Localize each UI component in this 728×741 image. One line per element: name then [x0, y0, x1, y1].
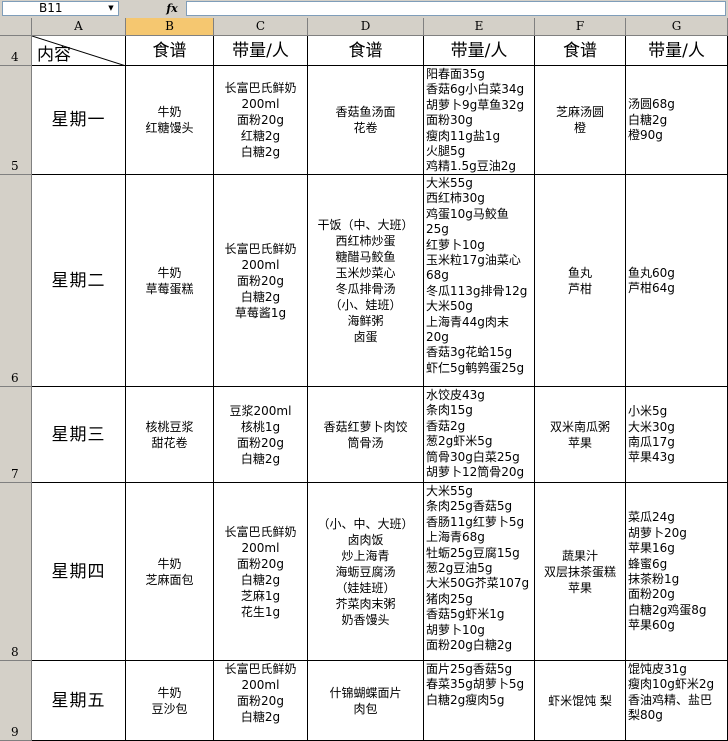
row-header-5[interactable]: 5: [0, 66, 32, 175]
breakfast-amount-cell[interactable]: 长富巴氏鲜奶 200ml 面粉20g 白糖2g: [214, 661, 308, 741]
breakfast-menu-cell[interactable]: 牛奶 豆沙包: [126, 661, 214, 741]
snack-menu-cell[interactable]: 双米南瓜粥 苹果: [535, 387, 626, 483]
snack-menu-cell[interactable]: 鱼丸 芦柑: [535, 175, 626, 387]
day-cell[interactable]: 星期四: [32, 483, 126, 661]
row-header-7[interactable]: 7: [0, 387, 32, 483]
breakfast-menu-cell[interactable]: 牛奶 红糖馒头: [126, 66, 214, 175]
header-cell-b[interactable]: 食谱: [126, 36, 214, 66]
insert-function-button[interactable]: fx: [160, 1, 184, 16]
snack-amount-cell[interactable]: 菜瓜24g 胡萝卜20g 苹果16g 蜂蜜6g 抹茶粉1g 面粉20g 白糖2g…: [626, 483, 728, 661]
snack-menu-cell[interactable]: 虾米馄饨 梨: [535, 661, 626, 741]
column-header-c[interactable]: C: [214, 18, 308, 35]
snack-amount-cell[interactable]: 馄饨皮31g 瘦肉10g虾米2g 香油鸡精、盐巴 梨80g: [626, 661, 728, 741]
lunch-amount-cell[interactable]: 阳春面35g 香菇6g小白菜34g 胡萝卜9g草鱼32g 面粉30g 瘦肉11g…: [424, 66, 535, 175]
name-box-value: B11: [39, 1, 63, 15]
header-cell-g[interactable]: 带量/人: [626, 36, 728, 66]
lunch-menu-cell[interactable]: 香菇鱼汤面 花卷: [308, 66, 424, 175]
breakfast-amount-cell[interactable]: 长富巴氏鲜奶 200ml 面粉20g 白糖2g 芝麻1g 花生1g: [214, 483, 308, 661]
column-header-g[interactable]: G: [626, 18, 728, 35]
row-header-6[interactable]: 6: [0, 175, 32, 387]
select-all-button[interactable]: [0, 18, 32, 35]
lunch-menu-cell[interactable]: 什锦蝴蝶面片 肉包: [308, 661, 424, 741]
breakfast-amount-cell[interactable]: 长富巴氏鲜奶 200ml 面粉20g 白糖2g 草莓酱1g: [214, 175, 308, 387]
breakfast-menu-cell[interactable]: 核桃豆浆 甜花卷: [126, 387, 214, 483]
header-cell-c[interactable]: 带量/人: [214, 36, 308, 66]
column-header-b[interactable]: B: [126, 18, 214, 35]
row-header-8[interactable]: 8: [0, 483, 32, 661]
lunch-amount-cell[interactable]: 面片25g香菇5g 春菜35g胡萝卜5g 白糖2g瘦肉5g: [424, 661, 535, 741]
name-box[interactable]: B11 ▼: [2, 1, 119, 16]
header-cell-corner[interactable]: 内容: [32, 36, 126, 66]
header-cell-f[interactable]: 食谱: [535, 36, 626, 66]
header-cell-e[interactable]: 带量/人: [424, 36, 535, 66]
day-cell[interactable]: 星期三: [32, 387, 126, 483]
lunch-menu-cell[interactable]: 香菇红萝卜肉饺 筒骨汤: [308, 387, 424, 483]
column-header-e[interactable]: E: [424, 18, 535, 35]
row-header-9[interactable]: 9: [0, 661, 32, 741]
day-cell[interactable]: 星期一: [32, 66, 126, 175]
spreadsheet-grid: 内容 食谱 带量/人 食谱 带量/人 食谱 带量/人 星期一 牛奶 红糖馒头 长…: [32, 36, 728, 741]
column-header-d[interactable]: D: [308, 18, 424, 35]
header-cell-d[interactable]: 食谱: [308, 36, 424, 66]
snack-menu-cell[interactable]: 芝麻汤圆 橙: [535, 66, 626, 175]
lunch-amount-cell[interactable]: 大米55g 西红柿30g 鸡蛋10g马鲛鱼 25g 红萝卜10g 玉米粒17g油…: [424, 175, 535, 387]
column-header-row: A B C D E F G: [0, 18, 728, 36]
chevron-down-icon[interactable]: ▼: [104, 2, 118, 15]
snack-amount-cell[interactable]: 汤圆68g 白糖2g 橙90g: [626, 66, 728, 175]
breakfast-amount-cell[interactable]: 长富巴氏鲜奶 200ml 面粉20g 红糖2g 白糖2g: [214, 66, 308, 175]
snack-menu-cell[interactable]: 蔬果汁 双层抹茶蛋糕 苹果: [535, 483, 626, 661]
lunch-amount-cell[interactable]: 水饺皮43g 条肉15g 香菇2g 葱2g虾米5g 筒骨30g白菜25g 胡萝卜…: [424, 387, 535, 483]
formula-bar: B11 ▼ fx: [0, 0, 728, 19]
snack-amount-cell[interactable]: 小米5g 大米30g 南瓜17g 苹果43g: [626, 387, 728, 483]
corner-label: 内容: [37, 45, 71, 65]
day-cell[interactable]: 星期五: [32, 661, 126, 741]
row-header-4[interactable]: 4: [0, 36, 32, 66]
lunch-amount-cell[interactable]: 大米55g 条肉25g香菇5g 香肠11g红萝卜5g 上海青68g 牡蛎25g豆…: [424, 483, 535, 661]
column-header-a[interactable]: A: [32, 18, 126, 35]
breakfast-menu-cell[interactable]: 牛奶 芝麻面包: [126, 483, 214, 661]
formula-input[interactable]: [186, 1, 726, 16]
day-cell[interactable]: 星期二: [32, 175, 126, 387]
breakfast-amount-cell[interactable]: 豆浆200ml 核桃1g 面粉20g 白糖2g: [214, 387, 308, 483]
snack-amount-cell[interactable]: 鱼丸60g 芦柑64g: [626, 175, 728, 387]
lunch-menu-cell[interactable]: （小、中、大班） 卤肉饭 炒上海青 海蛎豆腐汤 （娃娃班） 芥菜肉末粥 奶香馒头: [308, 483, 424, 661]
lunch-menu-cell[interactable]: 干饭（中、大班） 西红柿炒蛋 糖醋马鲛鱼 玉米炒菜心 冬瓜排骨汤 （小、娃班） …: [308, 175, 424, 387]
breakfast-menu-cell[interactable]: 牛奶 草莓蛋糕: [126, 175, 214, 387]
column-header-f[interactable]: F: [535, 18, 626, 35]
